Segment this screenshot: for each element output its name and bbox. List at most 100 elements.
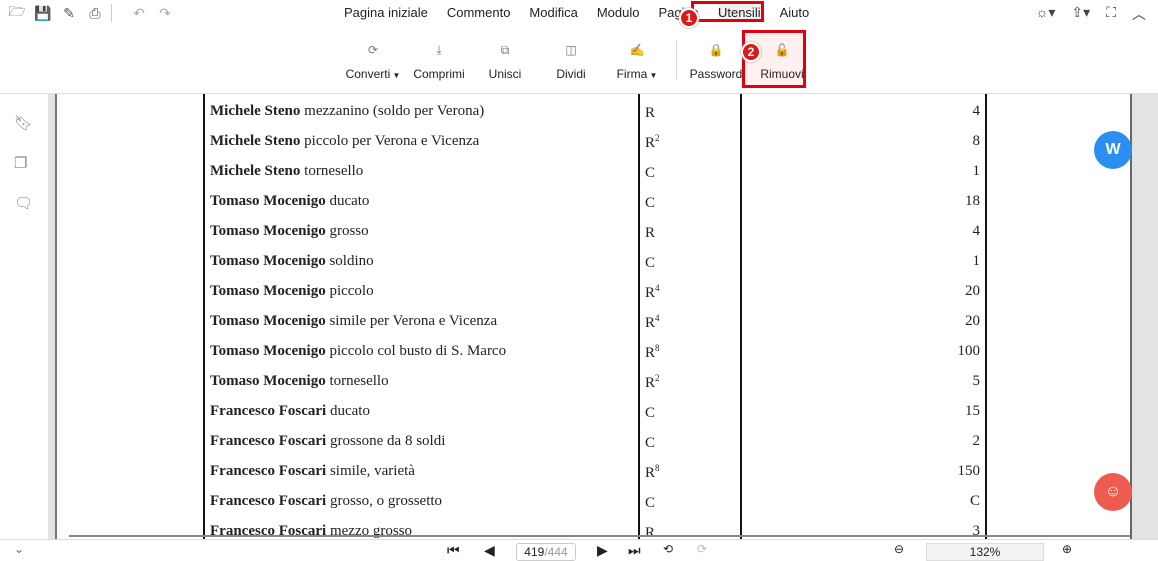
coin-description: Tomaso Mocenigo ducato: [210, 193, 369, 210]
fullscreen-icon[interactable]: ⛶: [1106, 4, 1116, 24]
value: 4: [972, 103, 981, 119]
undo-icon[interactable]: ↶: [130, 4, 148, 22]
page-bottom-line: [69, 535, 1130, 537]
value: 8: [972, 133, 981, 149]
rarity: C: [645, 163, 655, 182]
status-bar: ⌄ ⏮ ◀ 419/444 ▶ ⏭ ⟲ ⟳ ⊖ 132% ⊕: [0, 539, 1158, 561]
coin-description: Michele Steno piccolo per Verona e Vicen…: [210, 133, 479, 150]
print-icon[interactable]: ⎙: [86, 4, 104, 22]
rarity: R: [645, 103, 655, 122]
rarity-letter: C: [645, 435, 656, 451]
rarity-letter: R: [645, 465, 656, 481]
convert-to-word-button[interactable]: W: [1094, 131, 1132, 169]
table-row: Michele Steno mezzanino (soldo per Veron…: [57, 101, 1130, 131]
doge-name: Tomaso Mocenigo: [210, 253, 326, 269]
table-row: Tomaso Mocenigo soldino C 1: [57, 251, 1130, 281]
rarity-degree: 8: [655, 343, 660, 353]
first-page-icon[interactable]: ⏮: [447, 542, 460, 559]
rarity-letter: R: [645, 375, 656, 391]
value: 18: [965, 193, 980, 209]
prev-page-icon[interactable]: ◀: [484, 542, 495, 559]
menu-tab-aiuto[interactable]: Aiuto: [780, 5, 810, 21]
rarity: C: [645, 433, 655, 452]
rarity-letter: C: [645, 495, 656, 511]
value: 20: [965, 283, 980, 299]
coin-type: grossone da 8 soldi: [329, 433, 446, 449]
scroll-area[interactable]: [1132, 94, 1158, 540]
document-page: Michele Steno mezzanino (soldo per Veron…: [55, 94, 1132, 539]
coin-type: piccolo per Verona e Vicenza: [304, 133, 480, 149]
coin-description: Michele Steno tornesello: [210, 163, 363, 180]
redo-icon[interactable]: ↷: [156, 4, 174, 22]
rarity: C: [645, 253, 655, 272]
value: 1: [972, 163, 981, 179]
left-sidebar: 🔖︎ ❐ 🗨︎: [0, 94, 48, 540]
doge-name: Francesco Foscari: [210, 433, 327, 449]
tool-dividi-button[interactable]: ◫ Dividi: [544, 36, 598, 84]
tool-converti-button[interactable]: ⟳ Converti ▼: [346, 36, 401, 84]
step-badge-1: 1: [679, 8, 699, 28]
rarity: R4: [645, 313, 660, 332]
quick-access-toolbar: 🗁 💾 ✎ ⎙ ↶ ↷: [8, 3, 174, 22]
next-page-icon[interactable]: ▶: [597, 542, 608, 559]
tool-password-button[interactable]: 🔒 Password: [689, 36, 743, 84]
menu-tab-commento[interactable]: Commento: [447, 5, 511, 21]
doge-name: Tomaso Mocenigo: [210, 313, 326, 329]
coin-type: piccolo col busto di S. Marco: [329, 343, 507, 359]
coin-description: Francesco Foscari ducato: [210, 403, 370, 420]
table-row: Michele Steno tornesello C 1: [57, 161, 1130, 191]
page-number-input[interactable]: 419/444: [516, 543, 576, 561]
menu-tab-modifica[interactable]: Modifica: [529, 5, 577, 21]
compress-icon: ⤓: [436, 42, 442, 57]
doge-name: Michele Steno: [210, 163, 301, 179]
theme-icon[interactable]: ☼▾: [1036, 4, 1056, 24]
tool-unisci-button[interactable]: ⧉ Unisci: [478, 36, 532, 84]
coin-description: Tomaso Mocenigo grosso: [210, 223, 369, 240]
doge-name: Francesco Foscari: [210, 403, 327, 419]
coin-description: Michele Steno mezzanino (soldo per Veron…: [210, 103, 484, 120]
doge-name: Tomaso Mocenigo: [210, 223, 326, 239]
collapse-ribbon-icon[interactable]: ︿: [1132, 4, 1146, 24]
rarity-letter: R: [645, 315, 656, 331]
rarity: R4: [645, 283, 660, 302]
folder-open-icon[interactable]: 🗁: [8, 3, 26, 22]
signature-icon: ✍: [629, 43, 645, 57]
zoom-in-icon[interactable]: ⊕: [1062, 542, 1072, 556]
coin-type: piccolo: [329, 283, 374, 299]
rotate-left-icon[interactable]: ⟲: [663, 542, 673, 556]
rarity: R8: [645, 343, 660, 362]
dropdown-caret-icon: ▼: [647, 71, 658, 80]
comment-icon[interactable]: 🗨︎: [14, 194, 33, 212]
sidebar-gutter: [48, 94, 55, 540]
rarity-letter: C: [645, 405, 656, 421]
menu-tab-pagina-iniziale[interactable]: Pagina iniziale: [344, 5, 428, 21]
tool-firma-button[interactable]: ✍ Firma ▼: [610, 36, 664, 84]
tool-label: Unisci: [488, 67, 522, 81]
menu-tab-modulo[interactable]: Modulo: [597, 5, 640, 21]
value: C: [969, 493, 980, 509]
table-row: Tomaso Mocenigo tornesello R2 5: [57, 371, 1130, 401]
table-row: Francesco Foscari ducato C 15: [57, 401, 1130, 431]
save-icon[interactable]: 💾: [34, 4, 52, 22]
save-as-icon[interactable]: ✎: [60, 4, 78, 22]
value: 15: [965, 403, 980, 419]
doge-name: Tomaso Mocenigo: [210, 343, 326, 359]
coin-type: soldino: [329, 253, 374, 269]
step-badge-2: 2: [741, 42, 761, 62]
coin-description: Francesco Foscari grossone da 8 soldi: [210, 433, 445, 450]
rarity: R: [645, 223, 655, 242]
pages-icon[interactable]: ❐: [14, 154, 27, 172]
rarity-letter: R: [645, 345, 656, 361]
rarity: R8: [645, 463, 660, 482]
zoom-level-field[interactable]: 132%: [926, 543, 1044, 561]
coin-description: Tomaso Mocenigo piccolo: [210, 283, 374, 300]
tool-comprimi-button[interactable]: ⤓ Comprimi: [412, 36, 466, 84]
zoom-out-icon[interactable]: ⊖: [894, 542, 904, 556]
rotate-right-icon[interactable]: ⟳: [697, 542, 707, 556]
ai-assistant-button[interactable]: ☺: [1094, 473, 1132, 511]
last-page-icon[interactable]: ⏭: [628, 542, 641, 559]
bookmark-icon[interactable]: 🔖︎: [14, 114, 33, 132]
rarity-degree: 4: [655, 313, 660, 323]
chevron-down-icon[interactable]: ⌄: [14, 542, 24, 556]
share-icon[interactable]: ⇪▾: [1071, 4, 1090, 24]
